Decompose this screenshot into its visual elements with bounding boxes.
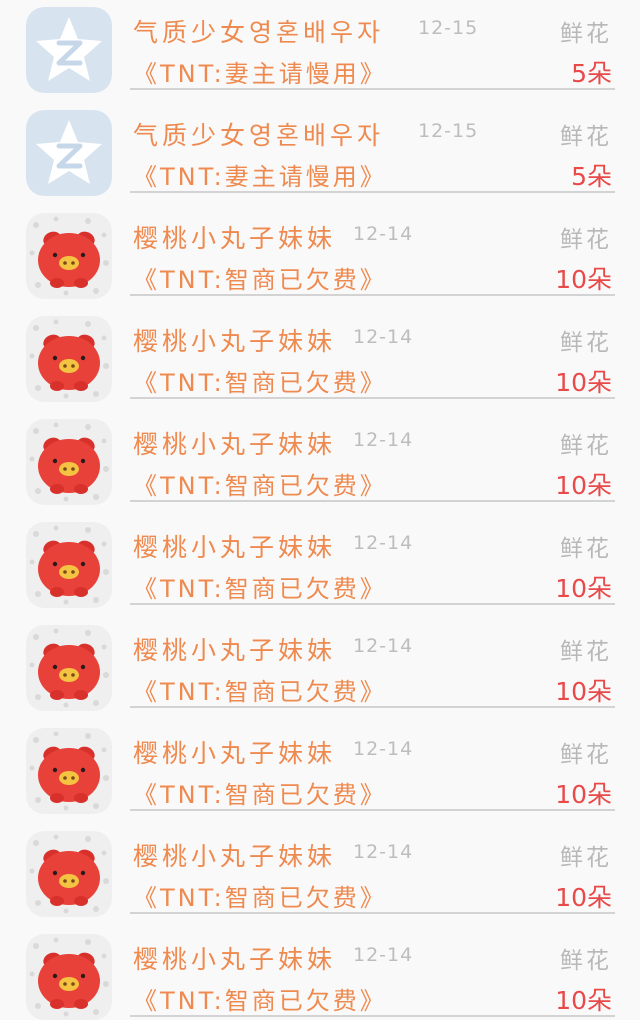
book-title: 《TNT:妻主请慢用》: [133, 60, 387, 88]
list-item[interactable]: 樱桃小丸子妹妹 12-14 鲜花 《TNT:智商已欠费》 10朵: [0, 708, 640, 814]
gift-type: 鲜花: [560, 227, 612, 253]
gift-date: 12-14: [353, 841, 414, 863]
sender-name: 樱桃小丸子妹妹: [133, 636, 337, 665]
gift-count: 5朵: [571, 162, 612, 191]
sender-name: 樱桃小丸子妹妹: [133, 327, 337, 356]
gift-date: 12-14: [353, 429, 414, 451]
gift-date: 12-14: [353, 738, 414, 760]
book-title: 《TNT:智商已欠费》: [133, 472, 387, 500]
sender-name: 樱桃小丸子妹妹: [133, 533, 337, 562]
gift-type: 鲜花: [560, 330, 612, 356]
gift-type: 鲜花: [560, 948, 612, 974]
list-item[interactable]: 气质少女영혼배우자 12-15 鲜花 《TNT:妻主请慢用》 5朵: [0, 90, 640, 196]
gift-date: 12-15: [418, 120, 479, 142]
red-pig-icon[interactable]: [26, 728, 112, 814]
gift-record-list: 气质少女영혼배우자 12-15 鲜花 《TNT:妻主请慢用》 5朵 气质少女영혼…: [0, 0, 640, 1020]
divider: [130, 1015, 615, 1017]
gift-date: 12-14: [353, 326, 414, 348]
gift-count: 10朵: [555, 265, 612, 294]
list-item[interactable]: 樱桃小丸子妹妹 12-14 鲜花 《TNT:智商已欠费》 10朵: [0, 914, 640, 1020]
list-item[interactable]: 樱桃小丸子妹妹 12-14 鲜花 《TNT:智商已欠费》 10朵: [0, 296, 640, 402]
book-title: 《TNT:智商已欠费》: [133, 369, 387, 397]
gift-date: 12-14: [353, 223, 414, 245]
book-title: 《TNT:智商已欠费》: [133, 884, 387, 912]
red-pig-icon[interactable]: [26, 419, 112, 505]
gift-count: 10朵: [555, 574, 612, 603]
gift-count: 10朵: [555, 986, 612, 1015]
red-pig-icon[interactable]: [26, 213, 112, 299]
book-title: 《TNT:智商已欠费》: [133, 987, 387, 1015]
list-item[interactable]: 樱桃小丸子妹妹 12-14 鲜花 《TNT:智商已欠费》 10朵: [0, 399, 640, 505]
red-pig-icon[interactable]: [26, 522, 112, 608]
gift-date: 12-15: [418, 17, 479, 39]
red-pig-icon[interactable]: [26, 831, 112, 917]
gift-type: 鲜花: [560, 21, 612, 47]
red-pig-icon[interactable]: [26, 625, 112, 711]
red-pig-icon[interactable]: [26, 934, 112, 1020]
gift-count: 10朵: [555, 883, 612, 912]
sender-name: 气质少女영혼배우자: [133, 121, 385, 150]
gift-count: 5朵: [571, 59, 612, 88]
gift-type: 鲜花: [560, 433, 612, 459]
list-item[interactable]: 气质少女영혼배우자 12-15 鲜花 《TNT:妻主请慢用》 5朵: [0, 0, 640, 93]
list-item[interactable]: 樱桃小丸子妹妹 12-14 鲜花 《TNT:智商已欠费》 10朵: [0, 193, 640, 299]
list-item[interactable]: 樱桃小丸子妹妹 12-14 鲜花 《TNT:智商已欠费》 10朵: [0, 811, 640, 917]
sender-name: 樱桃小丸子妹妹: [133, 842, 337, 871]
gift-count: 10朵: [555, 471, 612, 500]
gift-date: 12-14: [353, 635, 414, 657]
sender-name: 樱桃小丸子妹妹: [133, 739, 337, 768]
book-title: 《TNT:妻主请慢用》: [133, 163, 387, 191]
gift-type: 鲜花: [560, 124, 612, 150]
book-title: 《TNT:智商已欠费》: [133, 266, 387, 294]
sender-name: 樱桃小丸子妹妹: [133, 430, 337, 459]
gift-type: 鲜花: [560, 639, 612, 665]
gift-type: 鲜花: [560, 845, 612, 871]
qzone-star-icon[interactable]: [26, 7, 112, 93]
gift-count: 10朵: [555, 780, 612, 809]
list-item[interactable]: 樱桃小丸子妹妹 12-14 鲜花 《TNT:智商已欠费》 10朵: [0, 605, 640, 711]
gift-count: 10朵: [555, 368, 612, 397]
list-item[interactable]: 樱桃小丸子妹妹 12-14 鲜花 《TNT:智商已欠费》 10朵: [0, 502, 640, 608]
gift-type: 鲜花: [560, 536, 612, 562]
qzone-star-icon[interactable]: [26, 110, 112, 196]
gift-count: 10朵: [555, 677, 612, 706]
red-pig-icon[interactable]: [26, 316, 112, 402]
sender-name: 樱桃小丸子妹妹: [133, 224, 337, 253]
book-title: 《TNT:智商已欠费》: [133, 678, 387, 706]
sender-name: 樱桃小丸子妹妹: [133, 945, 337, 974]
gift-type: 鲜花: [560, 742, 612, 768]
sender-name: 气质少女영혼배우자: [133, 18, 385, 47]
book-title: 《TNT:智商已欠费》: [133, 575, 387, 603]
gift-date: 12-14: [353, 532, 414, 554]
book-title: 《TNT:智商已欠费》: [133, 781, 387, 809]
gift-date: 12-14: [353, 944, 414, 966]
